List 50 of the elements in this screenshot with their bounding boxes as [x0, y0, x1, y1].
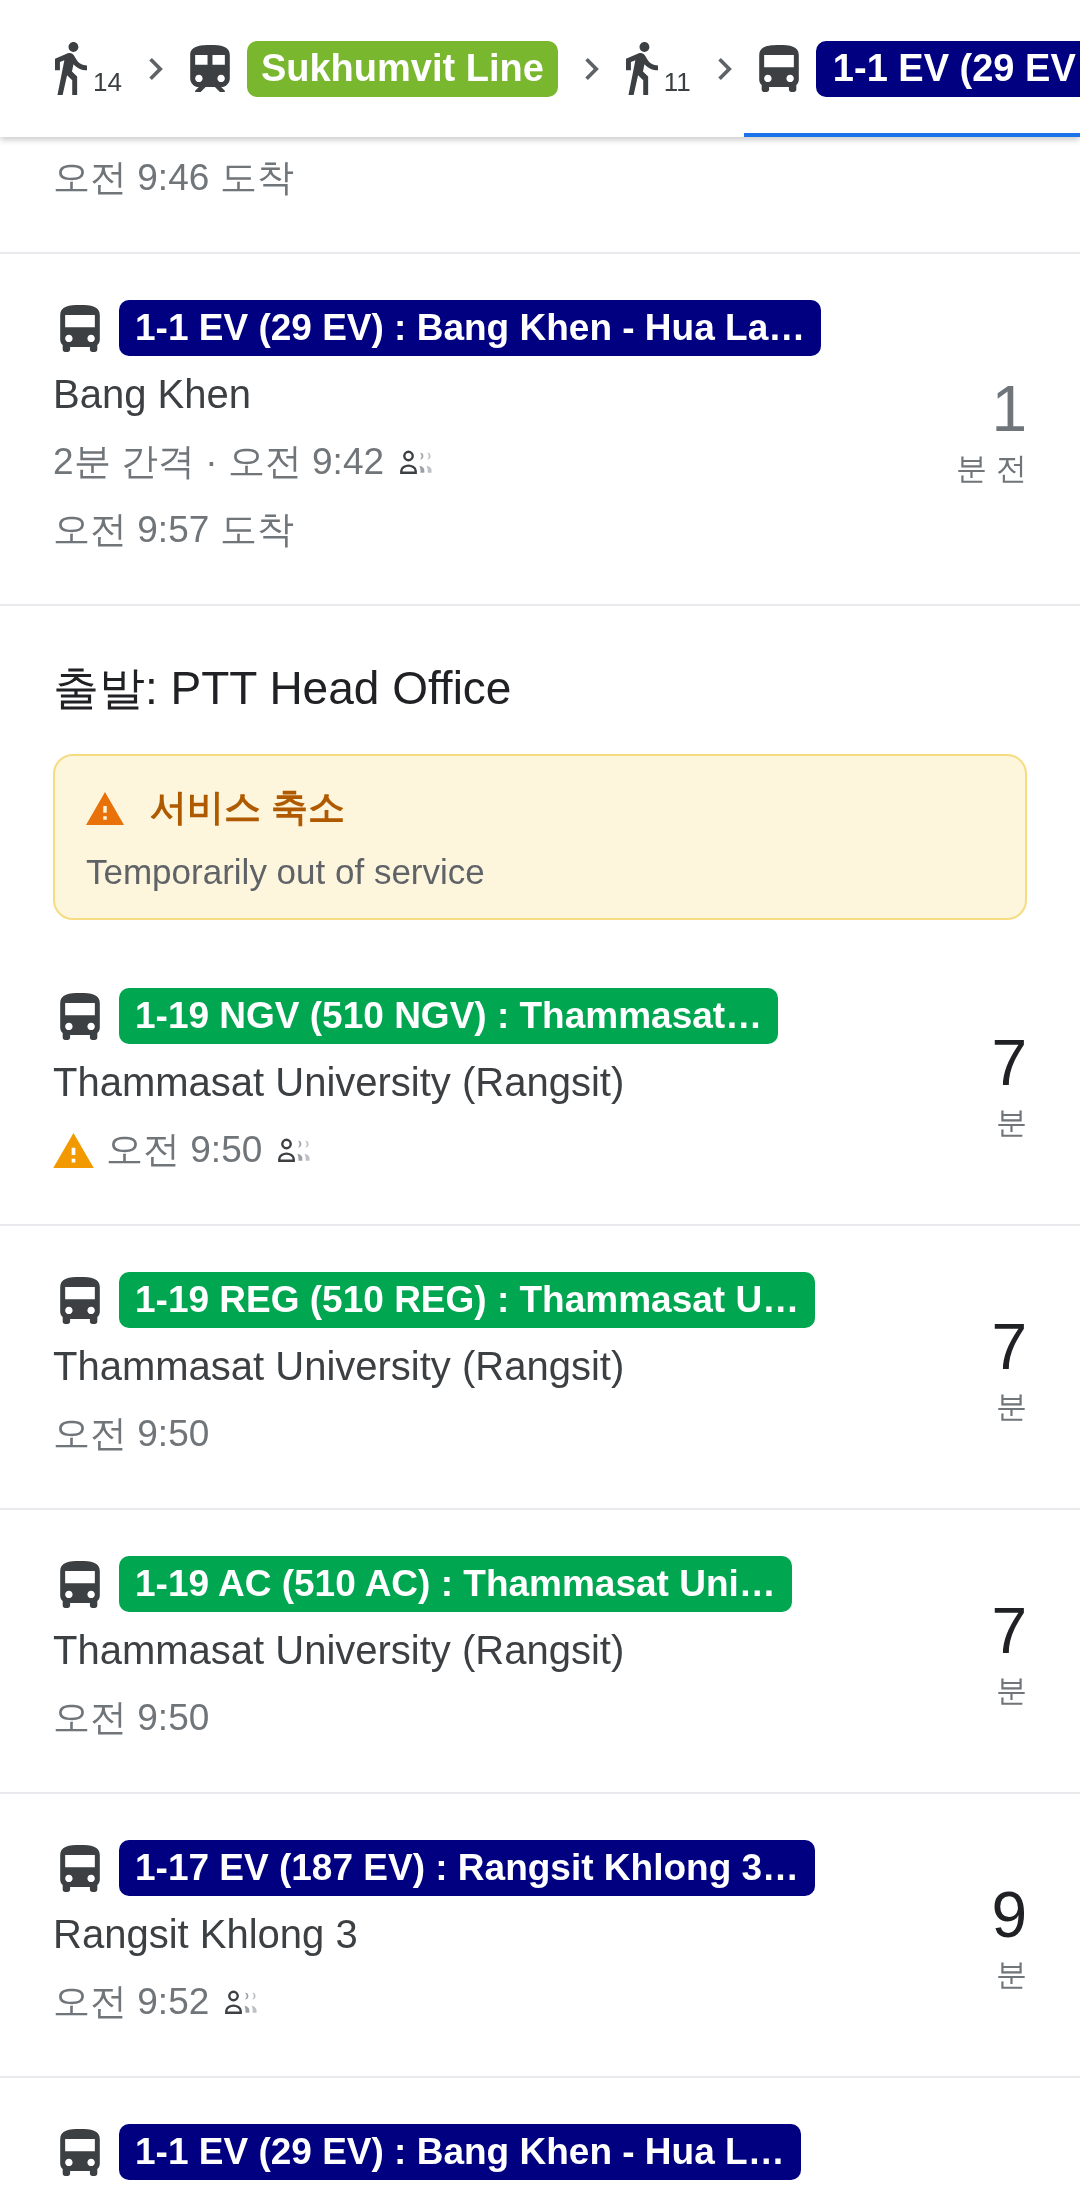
minutes-value: 7 [991, 1313, 1027, 1380]
minutes-value: 7 [991, 1029, 1027, 1096]
line-badge: Sukhumvit Line [246, 40, 558, 97]
bus-icon [60, 1276, 100, 1324]
walking-person-icon [55, 42, 87, 95]
bus-icon [758, 45, 799, 92]
departure-time: 오전 9:50 [106, 1128, 263, 1173]
departure-time: 오전 9:50 [53, 1696, 210, 1741]
bus-icon [60, 304, 100, 352]
minutes-value: 7 [991, 1597, 1027, 1664]
minutes-unit: 분 [996, 1387, 1027, 1426]
stop-name: Thammasat University (Rangsit) [53, 1627, 626, 1674]
train-icon [189, 45, 230, 92]
route-badge: 1-19 REG (510 REG) : Thammasat U… [119, 1272, 816, 1328]
bus-icon [60, 992, 100, 1040]
chevron-icon [584, 57, 599, 80]
departure-time: 오전 9:50 [53, 1412, 210, 1457]
arrival-time: 오전 9:46 도착 [53, 156, 295, 200]
stop-name: Rangsit Khlong 3 [53, 1911, 359, 1958]
bus-icon [60, 1560, 100, 1608]
stop-name: Thammasat University (Rangsit) [53, 1343, 626, 1390]
walk-segment-tab[interactable]: 11 [610, 0, 706, 137]
arrival-time: 오전 9:57 도착 [53, 508, 295, 552]
alert-title: 서비스 축소 [150, 786, 346, 831]
stop-name: Bang Khen [53, 371, 252, 418]
route-badge: 1-1 EV (29 EV) : Bang Khen - Hua La… [119, 300, 822, 356]
minutes-unit: 분 [996, 1103, 1027, 1142]
minutes-value: 1 [991, 375, 1027, 442]
bus-icon [60, 1844, 100, 1892]
departure-time: 2분 간격 · 오전 9:42 [53, 440, 385, 485]
route-badge: 1-1 EV (29 EV) : Bang Khen - Hua L… [119, 2124, 801, 2180]
transit-segment-tab[interactable]: 1-1 EV (29 EV [743, 0, 1080, 137]
route-badge: 1-17 EV (187 EV) : Rangsit Khlong 3… [119, 1840, 816, 1896]
minutes-unit: 분 전 [956, 449, 1027, 488]
warning-icon [86, 791, 124, 825]
bus-icon [60, 2128, 100, 2176]
walk-segment-tab[interactable]: 14 [40, 0, 137, 137]
line-badge: 1-1 EV (29 EV [815, 40, 1080, 97]
departure-time: 오전 9:52 [53, 1980, 210, 2025]
section-heading: 출발: PTT Head Office [53, 661, 512, 716]
alert-message: Temporarily out of service [86, 851, 486, 893]
route-badge: 1-19 AC (510 AC) : Thammasat Uni… [119, 1556, 792, 1612]
walking-person-icon [625, 42, 658, 95]
chevron-icon [148, 57, 163, 80]
chevron-icon [717, 57, 732, 80]
minutes-unit: 분 [996, 1955, 1027, 1994]
minutes-unit: 분 [996, 1671, 1027, 1710]
route-badge: 1-19 NGV (510 NGV) : Thammasat… [119, 988, 779, 1044]
stop-name: Thammasat University (Rangsit) [53, 1059, 626, 1106]
minutes-value: 9 [991, 1881, 1027, 1948]
